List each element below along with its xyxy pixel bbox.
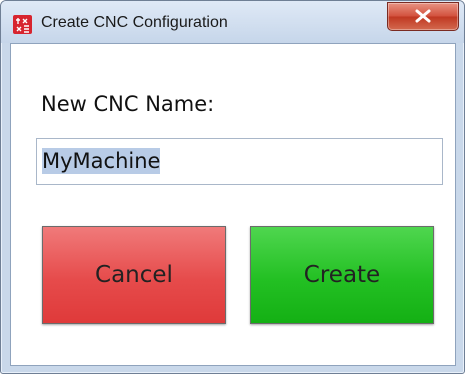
cnc-name-label: New CNC Name: <box>41 92 215 116</box>
close-icon <box>415 9 431 23</box>
close-button[interactable] <box>387 2 459 31</box>
dialog-window: Create CNC Configuration New CNC Name: M… <box>0 0 465 374</box>
cancel-button[interactable]: Cancel <box>42 226 226 324</box>
title-bar[interactable]: Create CNC Configuration <box>1 1 464 43</box>
cnc-name-input-text: MyMachine <box>42 148 161 174</box>
cancel-button-label: Cancel <box>95 262 173 288</box>
dialog-content: New CNC Name: MyMachine Cancel Create <box>10 43 456 366</box>
selected-text: MyMachine <box>42 148 161 174</box>
cnc-name-input[interactable]: MyMachine <box>36 138 443 185</box>
window-title: Create CNC Configuration <box>41 14 228 31</box>
app-logo-icon <box>13 15 32 34</box>
create-button[interactable]: Create <box>250 226 434 324</box>
create-button-label: Create <box>303 262 381 288</box>
